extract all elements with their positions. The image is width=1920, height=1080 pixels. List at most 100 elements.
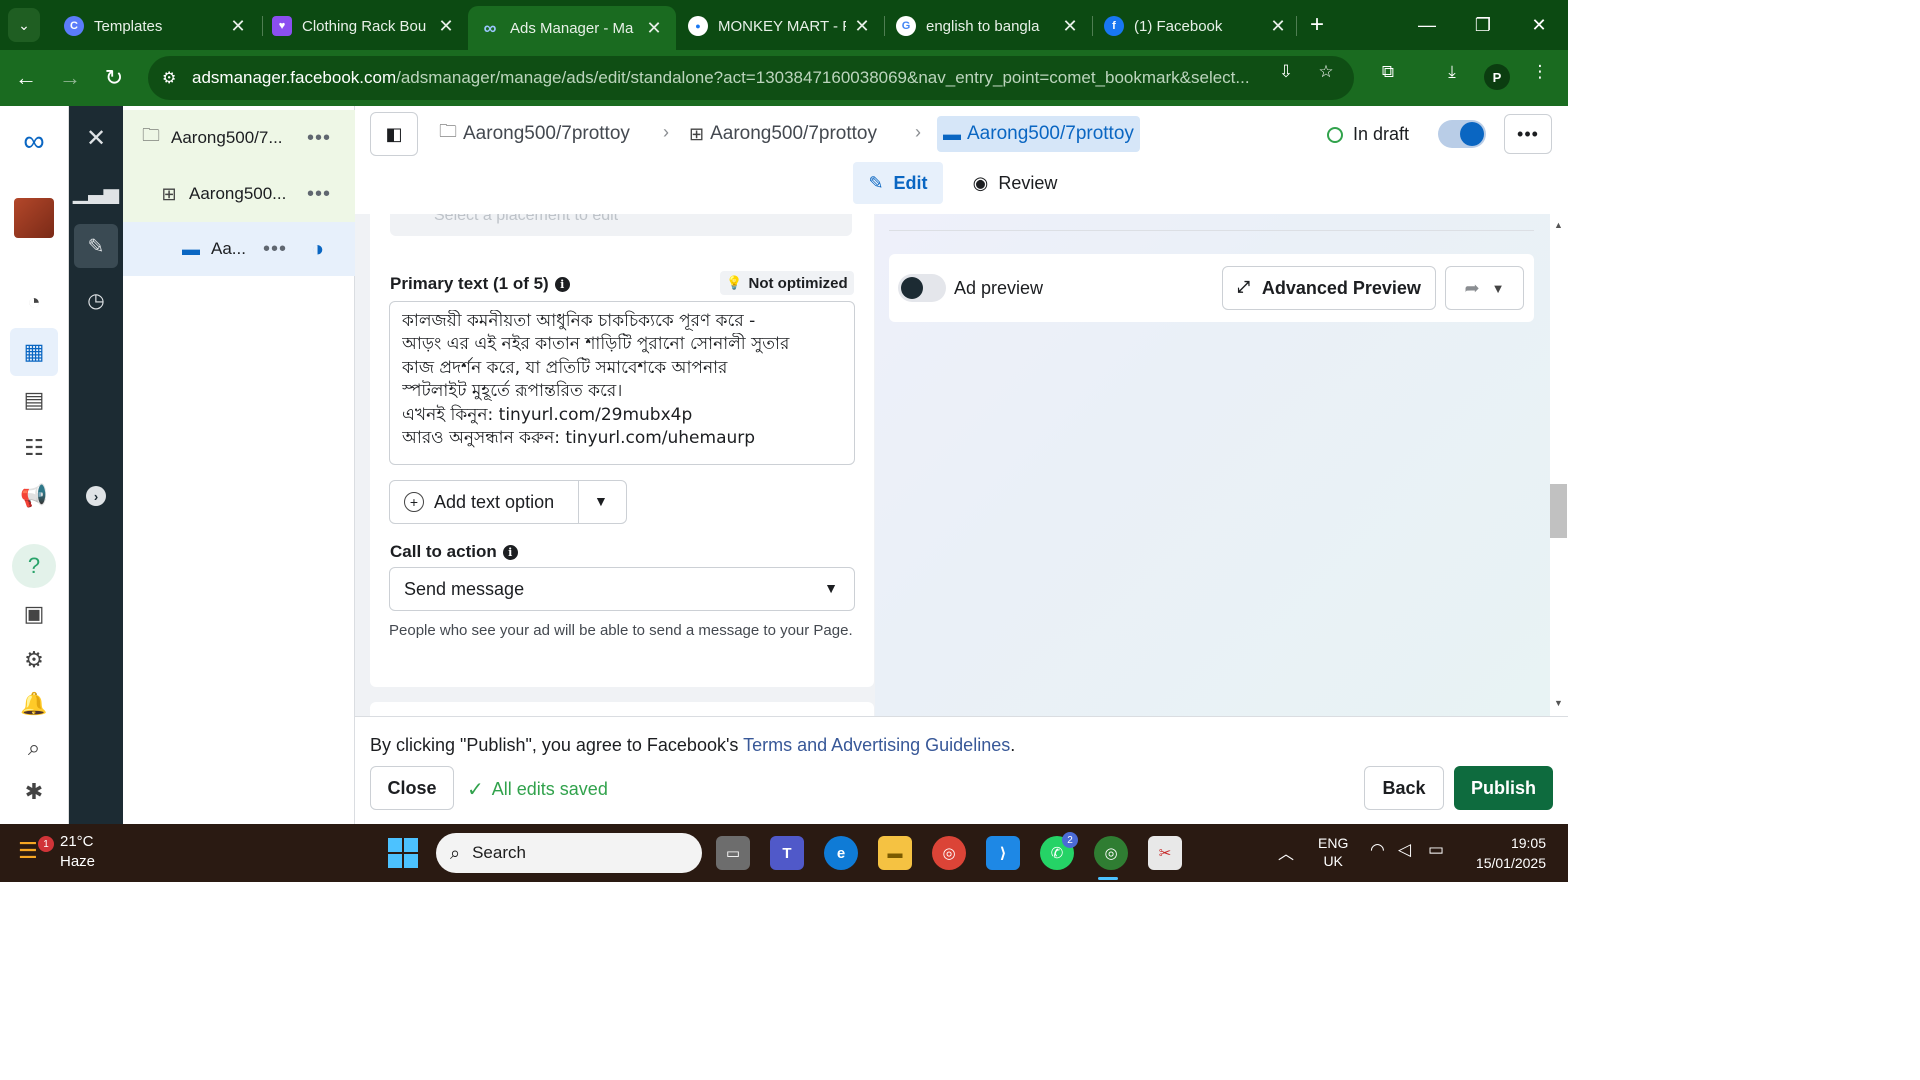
wifi-icon[interactable]: ◠ (1370, 840, 1385, 860)
history-clock-icon[interactable]: ◷ (74, 278, 118, 322)
scroll-down-icon[interactable]: ▼ (1554, 698, 1563, 708)
breadcrumb-ad[interactable]: ▬ Aarong500/7prottoy (937, 116, 1140, 152)
task-view-icon[interactable]: ▭ (716, 836, 750, 870)
minimize-icon[interactable]: — (1412, 10, 1442, 40)
browser-menu-icon[interactable]: ⋮ (1528, 60, 1552, 84)
share-preview-button[interactable]: ➦ ▼ (1445, 266, 1524, 310)
new-tab-plus-icon[interactable]: + (1302, 10, 1332, 40)
edit-mode-button[interactable]: ✎ Edit (853, 162, 943, 204)
volume-icon[interactable]: ◁ (1398, 840, 1411, 860)
preview-scrollbar[interactable]: ▲ ▼ (1550, 214, 1568, 716)
terms-notice: By clicking "Publish", you agree to Face… (370, 735, 1015, 756)
file-explorer-icon[interactable]: ▬ (878, 836, 912, 870)
close-button[interactable]: Close (370, 766, 454, 810)
more-options-icon[interactable]: ••• (307, 127, 331, 150)
back-arrow-icon[interactable]: ← (10, 62, 42, 94)
reports-icon[interactable]: ▤ (14, 380, 54, 420)
edge-icon[interactable]: e (824, 836, 858, 870)
tab-ads-manager[interactable]: ∞ Ads Manager - Ma ✕ (468, 6, 676, 50)
tree-ad-row[interactable]: ▬ Aa... ••• ◑ (123, 222, 355, 276)
audiences-icon[interactable]: ☷ (14, 428, 54, 468)
close-tab-icon[interactable]: ✕ (436, 16, 456, 37)
downloads-icon[interactable]: ⤓ (1440, 60, 1464, 84)
vscode-icon[interactable]: ⟩ (986, 836, 1020, 870)
close-window-icon[interactable]: ✕ (1524, 10, 1554, 40)
close-editor-icon[interactable]: ✕ (74, 116, 118, 160)
search-icon[interactable]: ⌕ (14, 728, 54, 768)
settings-gear-icon[interactable]: ⚙ (14, 640, 54, 680)
meta-logo-icon[interactable]: ∞ (14, 122, 54, 162)
close-tab-icon[interactable]: ✕ (228, 16, 248, 37)
terms-link[interactable]: Terms and Advertising Guidelines (743, 735, 1010, 755)
breadcrumb-campaign[interactable]: 🗀 Aarong500/7prottoy (439, 116, 630, 152)
tab-english-to-bangla[interactable]: G english to bangla ✕ (884, 6, 1092, 46)
tab-templates[interactable]: C Templates ✕ (52, 6, 260, 46)
campaigns-table-icon[interactable]: ▦ (10, 328, 58, 376)
language-indicator[interactable]: ENG UK (1318, 834, 1348, 870)
advertise-megaphone-icon[interactable]: 📢 (14, 476, 54, 516)
info-icon[interactable]: i (554, 276, 570, 292)
tree-campaign-row[interactable]: 🗀 Aarong500/7... ••• (123, 110, 355, 166)
info-icon[interactable]: i (502, 544, 518, 560)
cta-dropdown[interactable]: Send message ▼ (389, 567, 855, 611)
scroll-up-icon[interactable]: ▲ (1554, 220, 1563, 230)
extensions-puzzle-icon[interactable]: ⧉ (1376, 60, 1400, 84)
restore-icon[interactable]: ❐ (1468, 10, 1498, 40)
help-icon[interactable]: ? (12, 544, 56, 588)
forward-arrow-icon[interactable]: → (54, 62, 86, 94)
sidebar-toggle-icon[interactable]: ◧ (370, 112, 418, 156)
breadcrumb-adset[interactable]: ⊞ Aarong500/7prottoy (689, 116, 877, 152)
snipping-tool-icon[interactable]: ✂ (1148, 836, 1182, 870)
divider (889, 230, 1534, 231)
url-text[interactable]: adsmanager.facebook.com/adsmanager/manag… (192, 68, 1266, 88)
close-tab-icon[interactable]: ✕ (1268, 16, 1288, 37)
tab-search-chevron-icon[interactable]: ⌄ (8, 8, 40, 42)
tab-clothing-rack[interactable]: ♥ Clothing Rack Bou ✕ (260, 6, 468, 46)
ad-preview-toggle[interactable] (898, 274, 946, 302)
edit-pencil-icon[interactable]: ✎ (74, 224, 118, 268)
system-clock[interactable]: 19:05 15/01/2025 (1462, 833, 1546, 873)
site-settings-icon[interactable]: ⚙ (162, 68, 188, 88)
teams-icon[interactable]: T (770, 836, 804, 870)
add-text-option-button[interactable]: + Add text option ▼ (389, 480, 627, 524)
battery-icon[interactable]: ▭ (1428, 840, 1444, 860)
windows-start-icon[interactable] (388, 838, 418, 868)
back-button[interactable]: Back (1364, 766, 1444, 810)
scroll-thumb[interactable] (1550, 484, 1567, 538)
tree-adset-row[interactable]: ⊞ Aarong500... ••• (123, 166, 355, 222)
dashboard-gauge-icon[interactable]: ◔ (14, 282, 54, 322)
chrome-profile-icon[interactable]: ◎ (1094, 836, 1128, 870)
close-tab-icon[interactable]: ✕ (644, 18, 664, 39)
not-optimized-badge[interactable]: 💡 Not optimized (720, 271, 854, 295)
advanced-preview-button[interactable]: ⤢ Advanced Preview (1222, 266, 1436, 310)
primary-text-input[interactable]: কালজয়ী কমনীয়তা আধুনিক চাকচিক্যকে পূরণ … (389, 301, 855, 465)
more-options-icon[interactable]: ••• (307, 183, 331, 206)
ad-on-off-toggle[interactable] (1438, 120, 1486, 148)
caret-down-icon[interactable]: ▼ (594, 493, 608, 509)
profile-avatar[interactable]: P (1484, 64, 1510, 90)
address-bar[interactable]: ⚙ adsmanager.facebook.com/adsmanager/man… (148, 56, 1354, 100)
tab-facebook[interactable]: f (1) Facebook ✕ (1092, 6, 1300, 46)
performance-chart-icon[interactable]: ▁▃▅ (73, 170, 119, 214)
header-more-button[interactable]: ••• (1504, 114, 1552, 154)
whatsapp-badge: 2 (1062, 832, 1078, 848)
more-options-icon[interactable]: ••• (263, 238, 287, 261)
notifications-bell-icon[interactable]: 🔔 (14, 684, 54, 724)
tray-overflow-chevron-icon[interactable]: ︿ (1278, 840, 1294, 864)
weather-widget[interactable]: ☰ 1 21°C Haze (18, 832, 95, 872)
account-avatar[interactable] (14, 198, 54, 238)
taskbar-search[interactable]: ⌕ Search (436, 833, 702, 873)
reload-icon[interactable]: ↻ (98, 62, 130, 94)
news-icon[interactable]: ▣ (14, 594, 54, 634)
chrome-icon[interactable]: ◎ (932, 836, 966, 870)
install-app-icon[interactable]: ⇩ (1274, 60, 1298, 84)
close-tab-icon[interactable]: ✕ (1060, 16, 1080, 37)
close-tab-icon[interactable]: ✕ (852, 16, 872, 37)
tab-monkey-mart[interactable]: ● MONKEY MART - F ✕ (676, 6, 884, 46)
placement-select[interactable]: Select a placement to edit (390, 214, 852, 236)
bookmark-star-icon[interactable]: ☆ (1314, 60, 1338, 84)
bug-report-icon[interactable]: ✱ (14, 772, 54, 812)
review-mode-button[interactable]: ◉ Review (965, 162, 1065, 204)
expand-chevron-icon[interactable]: › (86, 486, 106, 506)
publish-button[interactable]: Publish (1454, 766, 1553, 810)
